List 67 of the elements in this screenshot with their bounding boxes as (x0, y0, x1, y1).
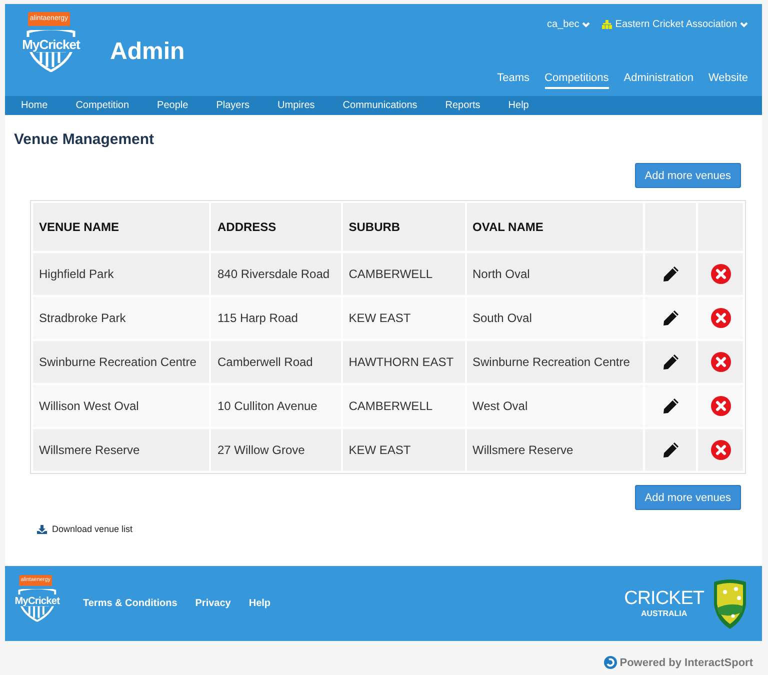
delete-icon[interactable] (710, 396, 730, 416)
crest-icon (712, 578, 748, 630)
nav-item[interactable]: Home (16, 100, 59, 111)
table-cell: KEW EAST (342, 429, 464, 471)
user-menu[interactable]: ca_bec (547, 19, 590, 30)
table-cell: Swinburne Recreation Centre (33, 341, 210, 383)
top-nav-tab[interactable]: Competitions (544, 70, 609, 89)
table-cell: North Oval (466, 253, 643, 295)
table-cell: Camberwell Road (211, 341, 341, 383)
table-cell: KEW EAST (342, 297, 464, 339)
table-cell: 10 Culliton Avenue (211, 385, 341, 427)
partner-logo-subtext: AUSTRALIA (640, 609, 688, 618)
download-link[interactable]: Download venue list (37, 524, 133, 534)
page-title: Venue Management (14, 131, 156, 148)
top-nav-tab[interactable]: Administration (624, 70, 694, 89)
top-nav-tab[interactable]: Website (708, 70, 748, 89)
table-cell: CAMBERWELL (342, 253, 464, 295)
delete-icon[interactable] (710, 308, 730, 328)
table-cell: HAWTHORN EAST (342, 341, 464, 383)
footer-link[interactable]: Help (248, 598, 271, 609)
pencil-icon[interactable] (662, 441, 680, 459)
delete-icon[interactable] (710, 440, 730, 460)
table-cell: 27 Willow Grove (211, 429, 341, 471)
powered-by-text: Powered by InteractSport (620, 656, 753, 668)
nav-item[interactable]: Reports (440, 100, 492, 111)
footer-link[interactable]: Privacy (195, 598, 231, 609)
table-cell: Willison West Oval (33, 385, 210, 427)
delete-icon[interactable] (710, 264, 730, 284)
nav-item[interactable]: Players (211, 100, 261, 111)
nav-item[interactable]: People (152, 100, 200, 111)
table-cell: South Oval (466, 297, 643, 339)
footer-link[interactable]: Terms & Conditions (83, 598, 178, 609)
table-cell: Stradbroke Park (33, 297, 210, 339)
pencil-icon[interactable] (662, 309, 680, 327)
pencil-icon[interactable] (662, 397, 680, 415)
hierarchy-icon (602, 20, 612, 29)
download-icon (37, 524, 47, 534)
chevron-down-icon (582, 22, 590, 28)
pencil-icon[interactable] (662, 265, 680, 283)
table-cell: Willsmere Reserve (466, 429, 643, 471)
pencil-icon[interactable] (662, 353, 680, 371)
table-cell: 840 Riversdale Road (211, 253, 341, 295)
table-cell: Highfield Park (33, 253, 210, 295)
nav-item[interactable]: Competition (70, 100, 140, 111)
column-header: SUBURB (342, 203, 464, 251)
logo-text: MyCricket (20, 37, 82, 52)
nav-item[interactable]: Help (503, 100, 540, 111)
table-cell: West Oval (466, 385, 643, 427)
chevron-down-icon (740, 22, 748, 28)
table-cell: CAMBERWELL (342, 385, 464, 427)
top-nav-tab[interactable]: Teams (497, 70, 530, 89)
organisation-menu[interactable]: Eastern Cricket Association (602, 19, 748, 30)
add-venues-button[interactable]: Add more venues (634, 485, 741, 510)
logo-text: MyCricket (13, 594, 62, 606)
interactsport-icon (604, 656, 617, 669)
table-cell: 115 Harp Road (211, 297, 341, 339)
nav-item[interactable]: Communications (338, 100, 428, 111)
delete-icon[interactable] (710, 352, 730, 372)
app-title: Admin (110, 38, 185, 67)
partner-logo-text: CRICKET (624, 589, 704, 609)
nav-item[interactable]: Umpires (272, 100, 326, 111)
add-venues-button[interactable]: Add more venues (634, 163, 741, 188)
column-header: OVAL NAME (466, 203, 643, 251)
table-cell: Swinburne Recreation Centre (466, 341, 643, 383)
column-header: VENUE NAME (33, 203, 210, 251)
table-cell: Willsmere Reserve (33, 429, 210, 471)
column-header: ADDRESS (211, 203, 341, 251)
